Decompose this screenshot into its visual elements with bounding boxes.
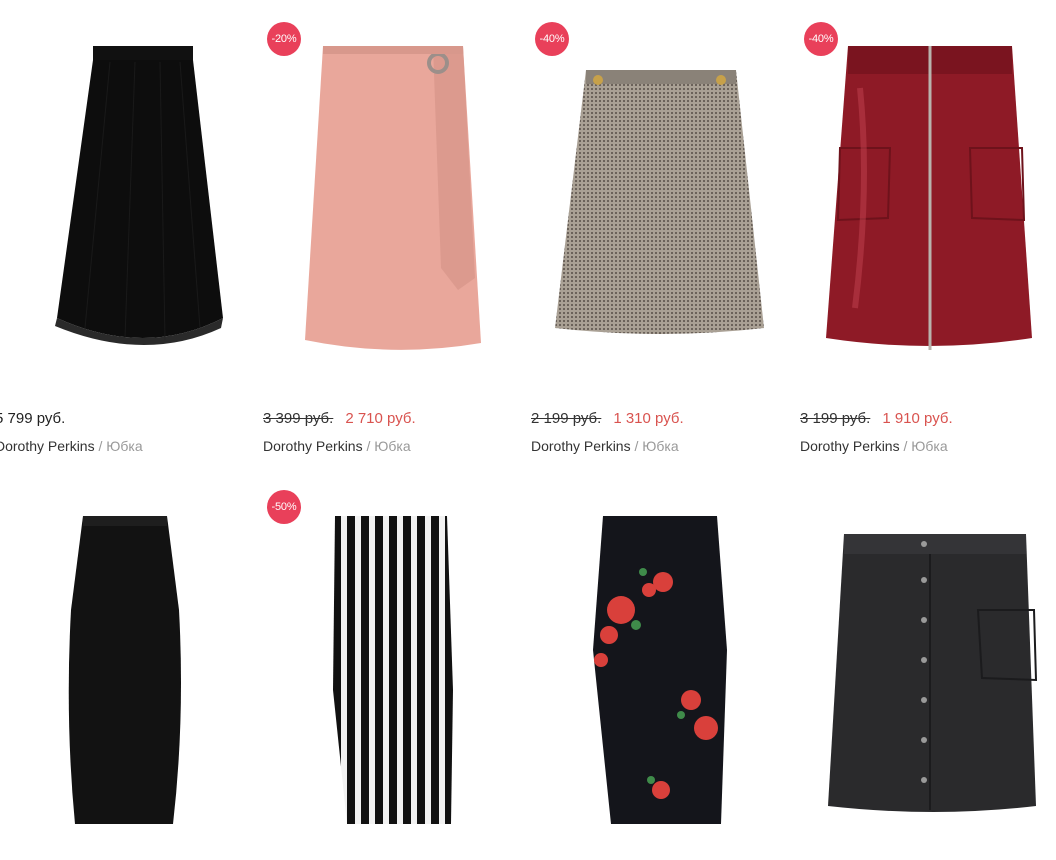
price: 5 799 руб. [0, 410, 66, 427]
discount-badge: -20% [267, 22, 301, 56]
brand-link[interactable]: Dorothy Perkins [531, 438, 631, 454]
separator: / [630, 438, 643, 454]
price-row: 5 799 руб. [0, 410, 65, 427]
product-image[interactable] [263, 490, 513, 860]
product-meta: Dorothy Perkins / Юбка [531, 438, 679, 454]
product-image[interactable] [800, 28, 1050, 398]
price-row: 3 199 руб. 1 910 руб. [800, 410, 953, 427]
category-link[interactable]: Юбка [642, 438, 678, 454]
product-image[interactable] [0, 28, 245, 398]
product-meta: Dorothy Perkins / Юбка [0, 438, 143, 454]
sale-price: 1 910 руб. [882, 410, 953, 427]
sale-price: 2 710 руб. [345, 410, 416, 427]
discount-badge: -40% [535, 22, 569, 56]
old-price: 3 399 руб. [263, 410, 334, 427]
product-image[interactable] [800, 490, 1050, 860]
product-meta: Dorothy Perkins / Юбка [263, 438, 411, 454]
old-price: 2 199 руб. [531, 410, 602, 427]
sale-price: 1 310 руб. [613, 410, 684, 427]
discount-badge: -50% [267, 490, 301, 524]
discount-badge: -40% [804, 22, 838, 56]
product-image[interactable] [531, 490, 781, 860]
brand-link[interactable]: Dorothy Perkins [800, 438, 900, 454]
product-image[interactable] [531, 28, 781, 398]
category-link[interactable]: Юбка [106, 438, 142, 454]
price-row: 3 399 руб. 2 710 руб. [263, 410, 416, 427]
old-price: 3 199 руб. [800, 410, 871, 427]
separator: / [362, 438, 375, 454]
category-link[interactable]: Юбка [911, 438, 947, 454]
separator: / [94, 438, 107, 454]
brand-link[interactable]: Dorothy Perkins [263, 438, 363, 454]
category-link[interactable]: Юбка [374, 438, 410, 454]
product-meta: Dorothy Perkins / Юбка [800, 438, 948, 454]
product-image[interactable] [0, 490, 245, 860]
brand-link[interactable]: Dorothy Perkins [0, 438, 95, 454]
separator: / [899, 438, 912, 454]
price-row: 2 199 руб. 1 310 руб. [531, 410, 684, 427]
product-image[interactable] [263, 28, 513, 398]
